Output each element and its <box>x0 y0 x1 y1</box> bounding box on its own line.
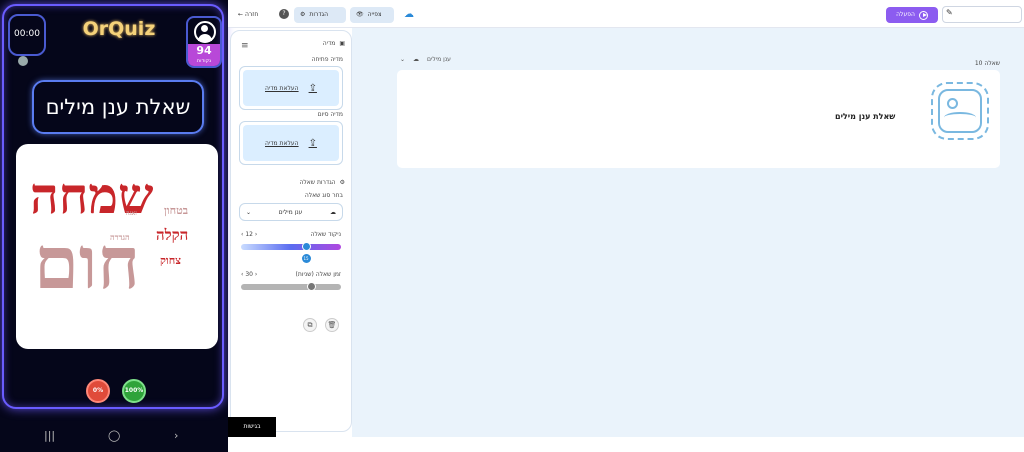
top-toolbar: ← חזרה ? ⚙ הגדרות 👁 צפייה ☁ הפעלה ✎ <box>228 0 1024 28</box>
phone-question-title: שאלת ענן מילים <box>32 80 204 134</box>
question-type-select[interactable]: ⌄ ענן מילים ☁ <box>239 203 343 221</box>
orquiz-logo: OrQuiz <box>82 18 156 40</box>
cloud-icon: ☁ <box>413 55 420 63</box>
question-side-panel: ≡ מדיה ▣ מדיה פתיחה העלאת מדיה ⇪ מדיה סי… <box>230 30 352 432</box>
chevron-down-icon: ⌄ <box>246 208 252 216</box>
preview-button[interactable]: 👁 צפייה <box>350 7 394 23</box>
opening-upload-button[interactable]: העלאת מדיה ⇪ <box>243 70 339 106</box>
submissions-button[interactable]: בגישות <box>228 417 276 437</box>
score-slider[interactable]: 15 <box>241 242 341 263</box>
activate-button[interactable]: הפעלה <box>886 7 938 23</box>
percent-low-button[interactable]: 0% <box>86 379 110 403</box>
back-label: חזרה <box>244 11 259 18</box>
closing-media-upload[interactable]: העלאת מדיה ⇪ <box>239 121 343 165</box>
opening-media-label: מדיה פתיחה <box>311 56 343 63</box>
help-icon[interactable]: ? <box>279 9 289 19</box>
word-cloud: שמחה חום הקלה בטחון צחוק הגדרה זאגה <box>16 144 218 349</box>
closing-upload-label: העלאת מדיה <box>265 139 299 147</box>
opening-upload-label: העלאת מדיה <box>265 84 299 92</box>
score-slider-thumb[interactable] <box>301 242 311 251</box>
pencil-icon: ✎ <box>946 8 953 17</box>
upload-icon: ⇪ <box>308 82 317 94</box>
cloud-save-icon[interactable]: ☁ <box>404 7 414 23</box>
phone-preview: 00:00 OrQuiz 94 נקודות שאלת ענן מילים שמ… <box>0 0 228 452</box>
closing-media-label: מדיה סיום <box>317 111 343 118</box>
gear-icon: ⚙ <box>300 11 306 18</box>
image-icon <box>938 89 982 133</box>
quiz-name-input[interactable] <box>942 6 1022 23</box>
editor-canvas: ⌄ ☁ ענן מילים שאלה 10 שאלת ענן מילים <box>352 28 1024 437</box>
score-label: ניקוד שאלה <box>310 231 341 238</box>
arrow-left-icon: ← <box>238 11 244 18</box>
activate-label: הפעלה <box>896 11 915 18</box>
opening-media-upload[interactable]: העלאת מדיה ⇪ <box>239 66 343 110</box>
question-settings-header[interactable]: הגדרות שאלה ⚙ <box>299 179 345 186</box>
word-cloud-word: בטחון <box>164 204 189 217</box>
user-icon <box>194 21 216 43</box>
eye-icon: 👁 <box>356 11 364 18</box>
time-slider[interactable] <box>241 282 341 291</box>
score-row: ‹ 12 › ניקוד שאלה <box>241 231 341 238</box>
theme-dropdown[interactable]: ⌄ ☁ ענן מילים <box>400 52 500 66</box>
media-icon: ▣ <box>339 40 345 47</box>
play-icon <box>918 10 928 20</box>
timer: 00:00 <box>8 14 46 66</box>
question-type-label: בחר סוג שאלה <box>304 192 343 199</box>
word-cloud-word: זאגה <box>126 210 137 217</box>
time-slider-thumb[interactable] <box>306 282 316 291</box>
gear-icon: ⚙ <box>339 179 345 186</box>
closing-upload-button[interactable]: העלאת מדיה ⇪ <box>243 125 339 161</box>
score-badge: 94 נקודות <box>188 44 220 66</box>
score-label: נקודות <box>196 58 212 64</box>
timer-text: 00:00 <box>14 29 40 39</box>
settings-button[interactable]: ⚙ הגדרות <box>294 7 346 23</box>
upload-icon: ⇪ <box>308 137 317 149</box>
preview-label: צפייה <box>367 11 382 18</box>
time-value: 30 <box>245 271 253 278</box>
question-card[interactable]: שאלת ענן מילים <box>397 70 1000 168</box>
home-icon[interactable]: ◯ <box>108 430 120 442</box>
back-nav-icon[interactable]: › <box>174 430 178 442</box>
hamburger-menu-icon[interactable]: ≡ <box>241 41 249 51</box>
duplicate-icon[interactable]: ⧉ <box>303 318 317 332</box>
timer-knob-icon <box>18 56 28 66</box>
time-row: ‹ 30 › זמן שאלה (שניות) <box>241 271 341 278</box>
time-stepper[interactable]: ‹ 30 › <box>241 271 257 278</box>
card-question-title[interactable]: שאלת ענן מילים <box>835 112 895 121</box>
settings-header-label: הגדרות שאלה <box>299 179 336 186</box>
theme-label: ענן מילים <box>427 55 451 63</box>
question-number: שאלה 10 <box>974 60 1000 67</box>
score-value: 94 <box>196 44 212 57</box>
back-button[interactable]: ← חזרה <box>238 7 258 23</box>
recent-apps-icon[interactable]: ||| <box>44 430 55 442</box>
phone-frame: 00:00 OrQuiz 94 נקודות שאלת ענן מילים שמ… <box>2 4 224 409</box>
cloud-icon: ☁ <box>329 208 336 216</box>
profile-box[interactable]: 94 נקודות <box>186 16 222 68</box>
score-stepper[interactable]: ‹ 12 › <box>241 231 257 238</box>
percent-high-button[interactable]: 100% <box>122 379 146 403</box>
question-type-value: ענן מילים <box>278 208 303 216</box>
media-header-label: מדיה <box>322 40 336 47</box>
trash-icon[interactable]: 🗑 <box>325 318 339 332</box>
word-cloud-word: הגדרה <box>110 232 130 242</box>
media-header[interactable]: מדיה ▣ <box>323 40 345 47</box>
bottom-strip <box>228 437 1024 452</box>
settings-label: הגדרות <box>309 11 329 18</box>
chevron-down-icon: ⌄ <box>400 55 406 63</box>
card-media-placeholder[interactable] <box>931 82 989 140</box>
score-bubble: 15 <box>301 254 311 263</box>
time-label: זמן שאלה (שניות) <box>295 271 341 278</box>
score-value: 12 <box>245 231 253 238</box>
word-cloud-word: צחוק <box>160 254 181 267</box>
word-cloud-word: הקלה <box>156 226 189 244</box>
